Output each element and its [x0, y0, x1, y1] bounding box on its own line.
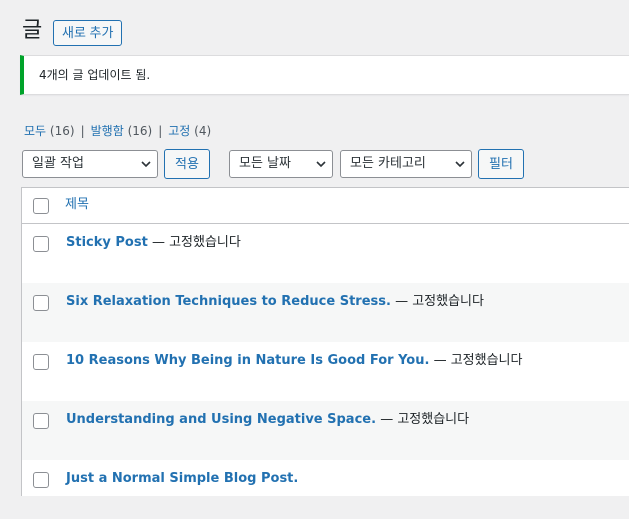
row-checkbox[interactable]: [33, 413, 49, 429]
chevron-down-icon: [141, 161, 151, 168]
column-title-header[interactable]: 제목: [65, 196, 89, 214]
table-row: Understanding and Using Negative Space. …: [22, 401, 629, 460]
row-checkbox[interactable]: [33, 472, 49, 488]
chevron-down-icon: [316, 161, 326, 168]
post-title-link[interactable]: Understanding and Using Negative Space.: [66, 412, 376, 427]
post-state: — 고정했습니다: [433, 353, 523, 368]
row-title: 10 Reasons Why Being in Nature Is Good F…: [66, 352, 522, 370]
date-filter-selected: 모든 날짜: [239, 156, 291, 171]
row-title: Six Relaxation Techniques to Reduce Stre…: [66, 293, 484, 311]
table-row: 10 Reasons Why Being in Nature Is Good F…: [22, 342, 629, 401]
filter-published-count: (16): [127, 124, 153, 138]
filter-all-link[interactable]: 모두 (16): [24, 124, 75, 138]
table-header: 제목: [22, 188, 629, 224]
add-new-post-button[interactable]: 새로 추가: [53, 20, 123, 46]
filter-all-count: (16): [49, 124, 75, 138]
date-filter-select[interactable]: 모든 날짜: [229, 150, 333, 178]
filter-button[interactable]: 필터: [478, 149, 524, 179]
row-title: Understanding and Using Negative Space. …: [66, 411, 469, 429]
filter-all-label: 모두: [24, 124, 47, 138]
table-row: Six Relaxation Techniques to Reduce Stre…: [22, 283, 629, 342]
filter-published-label: 발행함: [90, 124, 124, 138]
select-all-checkbox[interactable]: [33, 198, 49, 214]
status-filter-links: 모두 (16) | 발행함 (16) | 고정 (4): [24, 123, 211, 139]
row-checkbox[interactable]: [33, 295, 49, 311]
post-title-link[interactable]: Sticky Post: [66, 235, 148, 250]
post-state: — 고정했습니다: [395, 294, 484, 309]
row-checkbox[interactable]: [33, 354, 49, 370]
post-title-link[interactable]: Six Relaxation Techniques to Reduce Stre…: [66, 294, 391, 309]
filter-sticky-count: (4): [194, 124, 212, 138]
notice-message: 4개의 글 업데이트 됨.: [39, 68, 151, 82]
filter-separator: |: [158, 124, 163, 138]
table-row: Sticky Post — 고정했습니다: [22, 224, 629, 283]
row-checkbox[interactable]: [33, 236, 49, 252]
filter-separator: |: [80, 124, 85, 138]
bulk-action-selected: 일괄 작업: [32, 156, 84, 171]
chevron-down-icon: [455, 161, 465, 168]
row-title: Just a Normal Simple Blog Post.: [66, 470, 298, 488]
post-state: — 고정했습니다: [151, 235, 241, 250]
bulk-action-select[interactable]: 일괄 작업: [22, 150, 158, 178]
post-state: — 고정했습니다: [380, 412, 470, 427]
update-notice: 4개의 글 업데이트 됨.: [20, 55, 629, 95]
filter-sticky-label: 고정: [168, 124, 191, 138]
page-title: 글: [22, 18, 43, 43]
filter-sticky-link[interactable]: 고정 (4): [168, 124, 211, 138]
post-title-link[interactable]: 10 Reasons Why Being in Nature Is Good F…: [66, 353, 429, 368]
category-filter-select[interactable]: 모든 카테고리: [340, 150, 472, 178]
posts-table: 제목 Sticky Post — 고정했습니다 Six Relaxation T…: [21, 187, 629, 496]
filter-published-link[interactable]: 발행함 (16): [91, 124, 153, 138]
category-filter-selected: 모든 카테고리: [350, 156, 426, 171]
post-title-link[interactable]: Just a Normal Simple Blog Post.: [66, 471, 298, 486]
row-title: Sticky Post — 고정했습니다: [66, 234, 241, 252]
apply-button[interactable]: 적용: [164, 149, 210, 179]
table-row: Just a Normal Simple Blog Post.: [22, 460, 629, 519]
